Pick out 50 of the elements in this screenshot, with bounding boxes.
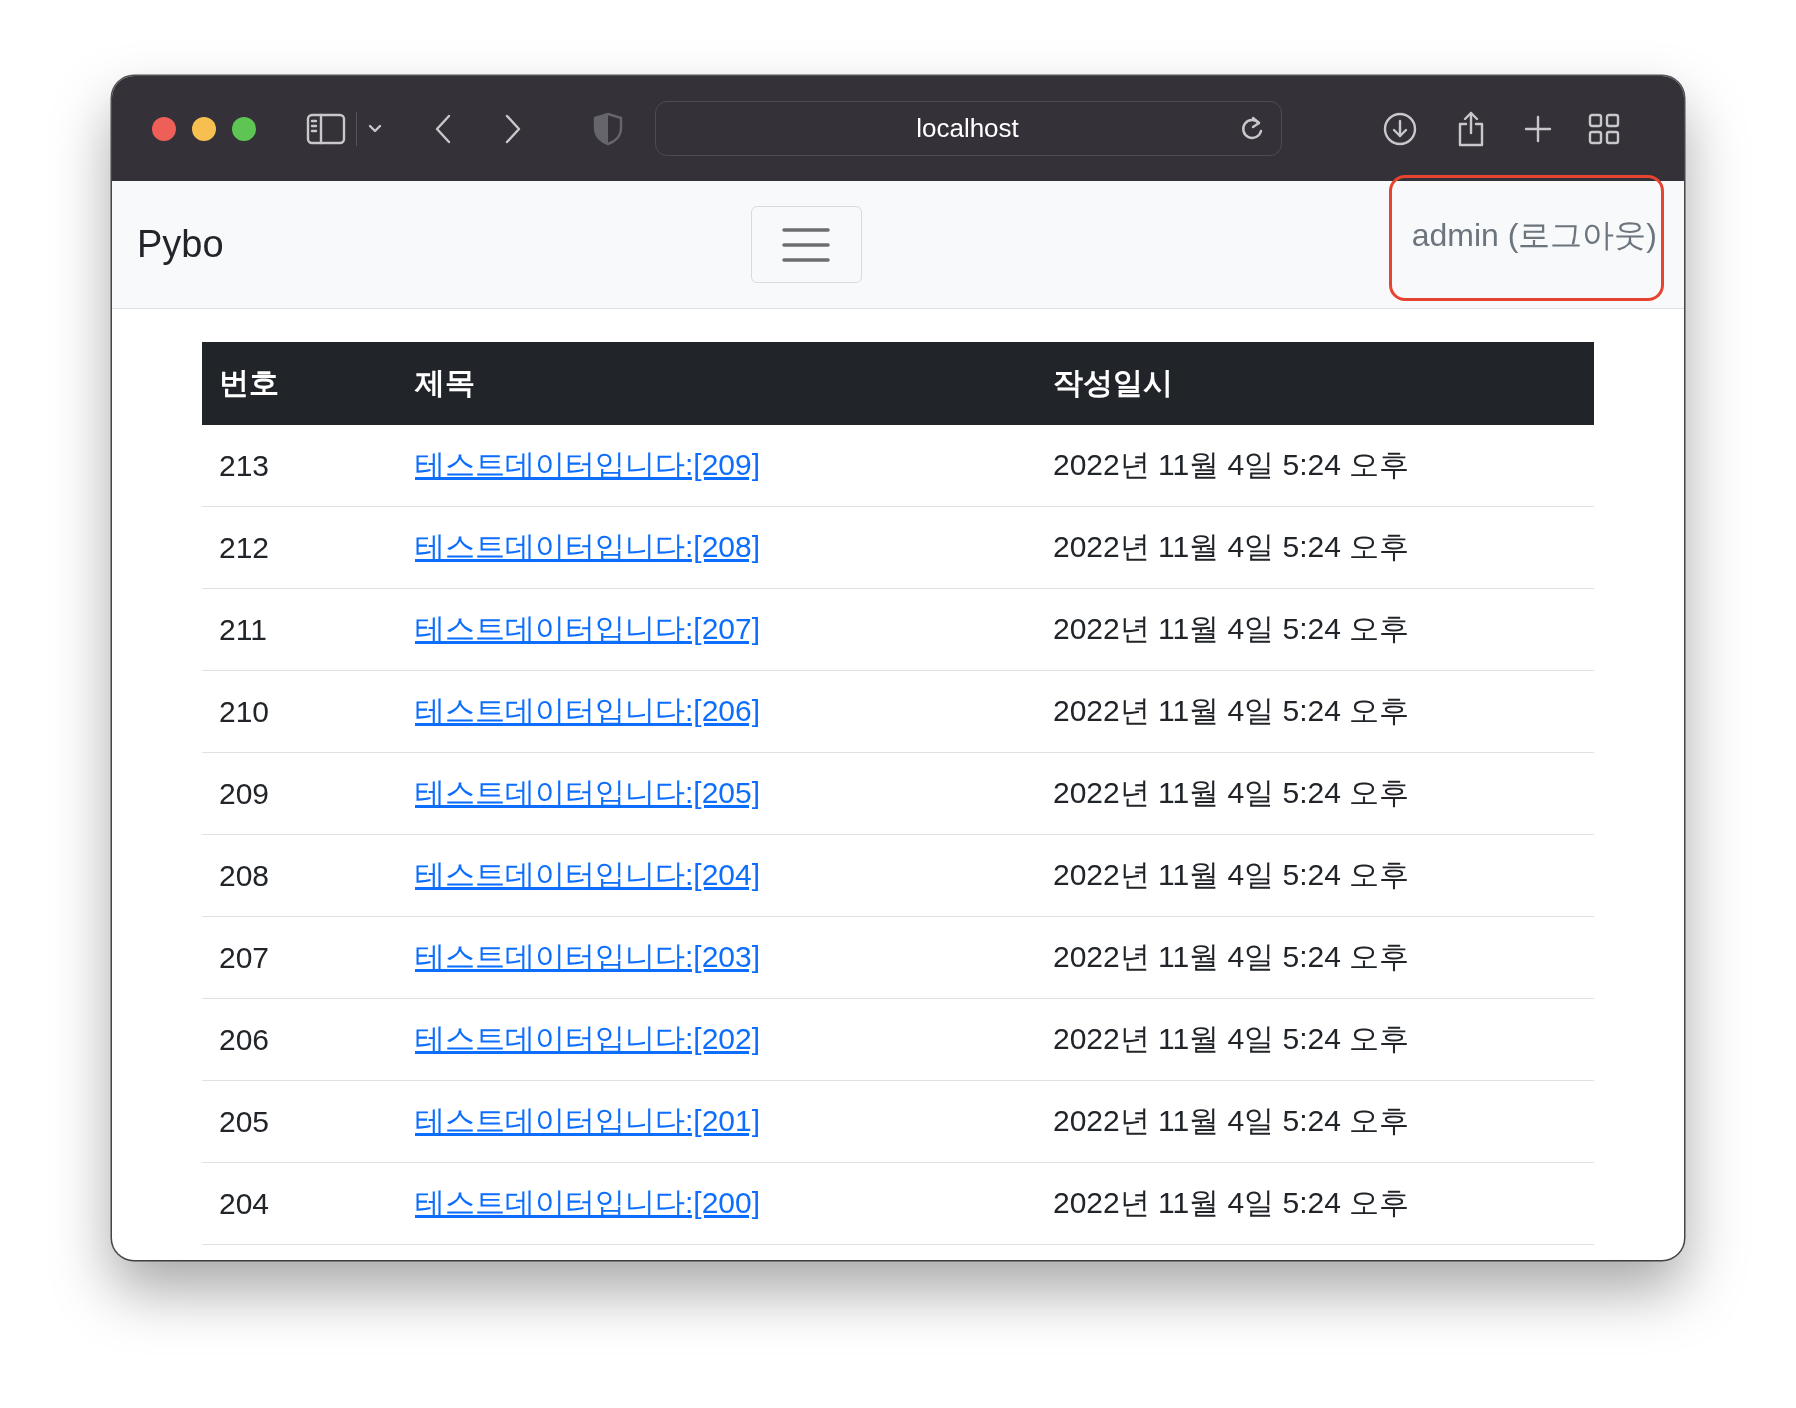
- back-icon[interactable]: [433, 112, 453, 145]
- tab-grid-icon[interactable]: [1588, 112, 1620, 145]
- number-cell: 204: [202, 1162, 398, 1245]
- question-link[interactable]: 테스트데이터입니다:[209]: [415, 448, 761, 481]
- number-cell: 211: [202, 588, 398, 671]
- date-cell: 2022년 11월 4일 5:24 오후: [1036, 425, 1594, 507]
- question-link[interactable]: 테스트데이터입니다:[205]: [415, 776, 761, 809]
- number-cell: 210: [202, 670, 398, 753]
- brand-link[interactable]: Pybo: [137, 223, 224, 266]
- date-cell: 2022년 11월 4일 5:24 오후: [1036, 1080, 1594, 1163]
- download-icon[interactable]: [1382, 110, 1418, 147]
- number-cell: 213: [202, 425, 398, 507]
- date-cell: 2022년 11월 4일 5:24 오후: [1036, 1162, 1594, 1245]
- forward-icon[interactable]: [503, 112, 523, 145]
- question-link[interactable]: 테스트데이터입니다:[206]: [415, 694, 761, 727]
- close-window-button[interactable]: [152, 116, 176, 141]
- column-header: 제목: [398, 342, 1036, 425]
- minimize-window-button[interactable]: [192, 116, 216, 141]
- address-bar[interactable]: localhost: [655, 101, 1282, 156]
- column-header: 작성일시: [1036, 342, 1594, 425]
- number-cell: 209: [202, 752, 398, 835]
- date-cell: 2022년 11월 4일 5:24 오후: [1036, 834, 1594, 917]
- date-cell: 2022년 11월 4일 5:24 오후: [1036, 670, 1594, 753]
- question-link[interactable]: 테스트데이터입니다:[208]: [415, 530, 761, 563]
- date-cell: 2022년 11월 4일 5:24 오후: [1036, 506, 1594, 589]
- number-cell: 206: [202, 998, 398, 1081]
- share-icon[interactable]: [1456, 109, 1486, 148]
- date-cell: 2022년 11월 4일 5:24 오후: [1036, 998, 1594, 1081]
- date-cell: 2022년 11월 4일 5:24 오후: [1036, 752, 1594, 835]
- address-text: localhost: [915, 113, 1020, 144]
- number-cell: 208: [202, 834, 398, 917]
- column-header: 번호: [202, 342, 398, 425]
- chevron-down-icon[interactable]: [367, 123, 383, 134]
- question-link[interactable]: 테스트데이터입니다:[203]: [415, 940, 761, 973]
- number-cell: 205: [202, 1080, 398, 1163]
- number-cell: 207: [202, 916, 398, 999]
- question-link[interactable]: 테스트데이터입니다:[200]: [415, 1186, 761, 1219]
- maximize-window-button[interactable]: [232, 116, 256, 141]
- question-link[interactable]: 테스트데이터입니다:[207]: [415, 612, 761, 645]
- menu-icon: [781, 226, 832, 263]
- question-link[interactable]: 테스트데이터입니다:[202]: [415, 1022, 761, 1055]
- date-cell: 2022년 11월 4일 5:24 오후: [1036, 916, 1594, 999]
- sidebar-icon[interactable]: [306, 112, 346, 145]
- logout-link[interactable]: admin (로그아웃): [1388, 174, 1664, 301]
- date-cell: 2022년 11월 4일 5:24 오후: [1036, 588, 1594, 671]
- menu-button[interactable]: [750, 206, 862, 283]
- question-link[interactable]: 테스트데이터입니다:[204]: [415, 858, 761, 891]
- plus-icon[interactable]: [1524, 114, 1552, 143]
- question-link[interactable]: 테스트데이터입니다:[201]: [415, 1104, 761, 1137]
- number-cell: 212: [202, 506, 398, 589]
